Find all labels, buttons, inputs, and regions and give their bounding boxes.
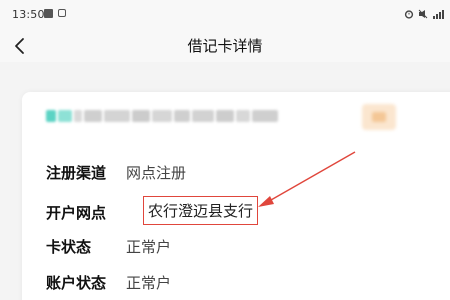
mute-icon [418,9,428,19]
info-row-account-status: 账户状态 正常户 [46,268,171,296]
mask-block [46,110,56,122]
mask-block [58,110,72,122]
mask-block [132,110,150,122]
page-title: 借记卡详情 [187,37,263,55]
mask-block [192,110,214,122]
account-status-value: 正常户 [126,273,172,292]
mask-block [216,110,234,122]
status-bar: 13:50 [0,0,450,30]
mask-block [74,110,82,122]
masked-card-number [46,110,278,122]
bank-logo-icon [362,104,396,130]
info-row-card-status: 卡状态 正常户 [46,232,171,260]
screen: 13:50 借记卡详情 注册渠道 网点注册 开户网点 农行澄迈县支行 卡状态 正… [0,0,450,300]
status-left-icons [44,9,66,18]
image-notification-icon [44,9,53,18]
status-right-icons [404,9,444,19]
mask-block [236,110,250,122]
info-row-register-channel: 注册渠道 网点注册 [46,158,186,186]
alarm-icon [404,10,414,19]
mask-block [252,110,278,122]
register-channel-label: 注册渠道 [46,163,107,182]
register-channel-value: 网点注册 [126,163,187,182]
info-row-opening-branch: 开户网点 农行澄迈县支行 [46,196,346,226]
card-detail-panel: 注册渠道 网点注册 开户网点 农行澄迈县支行 卡状态 正常户 账户状态 正常户 [22,92,450,300]
account-status-label: 账户状态 [46,273,107,292]
signal-icon [433,10,444,19]
mask-block [104,110,130,122]
opening-branch-label: 开户网点 [46,203,107,222]
card-status-label: 卡状态 [46,237,92,256]
status-time: 13:50 [12,8,45,21]
background-gap [0,62,450,92]
app-notification-icon [58,9,66,17]
card-status-value: 正常户 [126,237,172,256]
mask-block [174,110,190,122]
mask-block [152,110,172,122]
mask-block [84,110,102,122]
opening-branch-value: 农行澄迈县支行 [143,196,259,225]
title-bar: 借记卡详情 [0,30,450,62]
